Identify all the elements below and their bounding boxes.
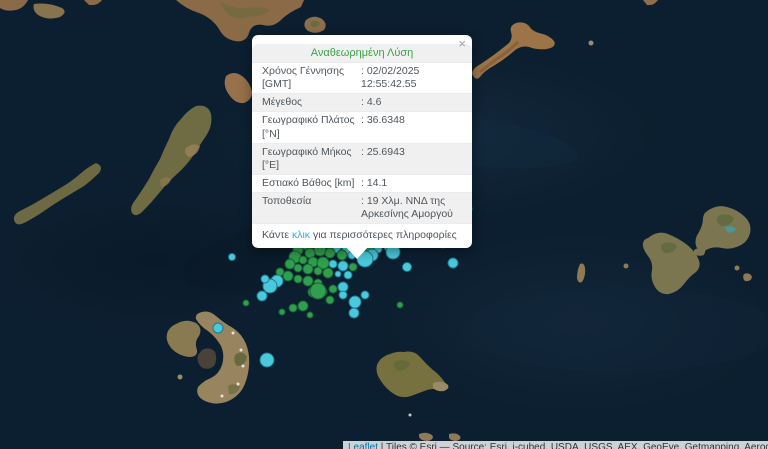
popup-tip <box>346 247 368 259</box>
earthquake-marker[interactable] <box>335 271 341 277</box>
island-anafi <box>377 352 461 441</box>
row-value: : 36.6348 <box>357 114 462 140</box>
earthquake-marker[interactable] <box>339 291 347 299</box>
footer-text-pre: Κάντε <box>262 229 292 241</box>
earthquake-marker[interactable] <box>213 323 223 333</box>
island-islet-south-naxos <box>304 17 325 33</box>
earthquake-marker[interactable] <box>397 302 403 308</box>
row-value: : 25.6943 <box>357 146 462 172</box>
earthquake-marker[interactable] <box>448 258 458 268</box>
island-nea-kameni <box>197 348 216 368</box>
earthquake-marker[interactable] <box>283 271 293 281</box>
earthquake-marker[interactable] <box>298 301 308 311</box>
earthquake-marker[interactable] <box>329 285 337 293</box>
row-label: Μέγεθος <box>262 96 357 109</box>
popup-title: Αναθεωρημένη Λύση <box>252 44 472 62</box>
earthquake-marker[interactable] <box>307 312 313 318</box>
earthquake-marker[interactable] <box>338 261 348 271</box>
popup-row: Γεωγραφικό Μήκος [°E]: 25.6943 <box>252 143 472 174</box>
row-label: Γεωγραφικό Μήκος [°E] <box>262 146 357 172</box>
earthquake-marker[interactable] <box>243 300 249 306</box>
earthquake-marker[interactable] <box>289 304 297 312</box>
earthquake-marker[interactable] <box>294 275 302 283</box>
row-value: : 19 Χλμ. ΝΝΔ της Αρκεσίνης Αμοργού <box>357 195 462 221</box>
row-label: Γεωγραφικό Πλάτος [°N] <box>262 114 357 140</box>
attribution-tiles-text: Tiles © Esri — Source: Esri, i-cubed, US… <box>386 442 768 449</box>
earthquake-marker[interactable] <box>279 309 285 315</box>
row-value: : 4.6 <box>357 96 462 109</box>
earthquake-marker[interactable] <box>329 260 337 268</box>
island-astypalaia <box>577 206 752 294</box>
popup-row: Εστιακό Βάθος [km]: 14.1 <box>252 174 472 192</box>
popup-row: Γεωγραφικό Πλάτος [°N]: 36.6348 <box>252 111 472 142</box>
popup-row: Χρόνος Γέννησης [GMT]: 02/02/2025 12:55:… <box>252 62 472 93</box>
row-label: Εστιακό Βάθος [km] <box>262 177 357 190</box>
earthquake-marker[interactable] <box>314 267 322 275</box>
row-value: : 14.1 <box>357 177 462 190</box>
island-aspronisi <box>178 375 183 380</box>
island-ios <box>131 106 211 215</box>
earthquake-marker[interactable] <box>299 256 307 264</box>
more-info-link[interactable]: κλικ <box>292 229 310 241</box>
earthquake-marker[interactable] <box>310 283 326 299</box>
earthquake-marker[interactable] <box>305 248 315 258</box>
island-santorini <box>167 312 250 404</box>
row-value: : 02/02/2025 12:55:42.55 <box>357 65 462 91</box>
earthquake-marker[interactable] <box>326 296 334 304</box>
earthquake-marker[interactable] <box>403 263 412 272</box>
footer-text-post: για περισσότερες πληροφορίες <box>310 229 457 241</box>
earthquake-marker[interactable] <box>229 254 236 261</box>
row-label: Τοποθεσία <box>262 195 357 221</box>
earthquake-marker[interactable] <box>349 263 357 271</box>
earthquake-marker[interactable] <box>303 264 313 274</box>
earthquake-info-popup: × Αναθεωρημένη Λύση Χρόνος Γέννησης [GMT… <box>252 35 472 248</box>
island-keros <box>225 73 252 103</box>
earthquake-marker[interactable] <box>303 276 313 286</box>
popup-row: Τοποθεσία: 19 Χλμ. ΝΝΔ της Αρκεσίνης Αμο… <box>252 192 472 223</box>
island-amorgos <box>472 22 593 78</box>
earthquake-marker[interactable] <box>294 264 302 272</box>
earthquake-marker[interactable] <box>257 291 267 301</box>
popup-row: Μέγεθος: 4.6 <box>252 93 472 111</box>
map-canvas[interactable]: × Αναθεωρημένη Λύση Χρόνος Γέννησης [GMT… <box>0 0 768 449</box>
earthquake-marker[interactable] <box>344 271 352 279</box>
earthquake-marker[interactable] <box>323 268 333 278</box>
attribution-separator: | <box>378 442 386 449</box>
earthquake-marker[interactable] <box>261 275 269 283</box>
close-icon[interactable]: × <box>458 37 466 50</box>
popup-rows: Χρόνος Γέννησης [GMT]: 02/02/2025 12:55:… <box>252 62 472 223</box>
island-fragments-topleft <box>0 0 658 19</box>
earthquake-marker[interactable] <box>349 308 359 318</box>
popup-footer: Κάντε κλικ για περισσότερες πληροφορίες <box>252 223 472 248</box>
island-sikinos <box>14 163 101 224</box>
leaflet-link[interactable]: Leaflet <box>348 442 378 449</box>
earthquake-marker[interactable] <box>285 259 295 269</box>
map-attribution: Leaflet | Tiles © Esri — Source: Esri, i… <box>343 441 768 449</box>
earthquake-marker[interactable] <box>325 248 335 258</box>
row-label: Χρόνος Γέννησης [GMT] <box>262 65 357 91</box>
sea-texture <box>460 288 768 372</box>
earthquake-marker[interactable] <box>260 353 274 367</box>
earthquake-marker[interactable] <box>361 291 369 299</box>
earthquake-marker[interactable] <box>349 296 361 308</box>
